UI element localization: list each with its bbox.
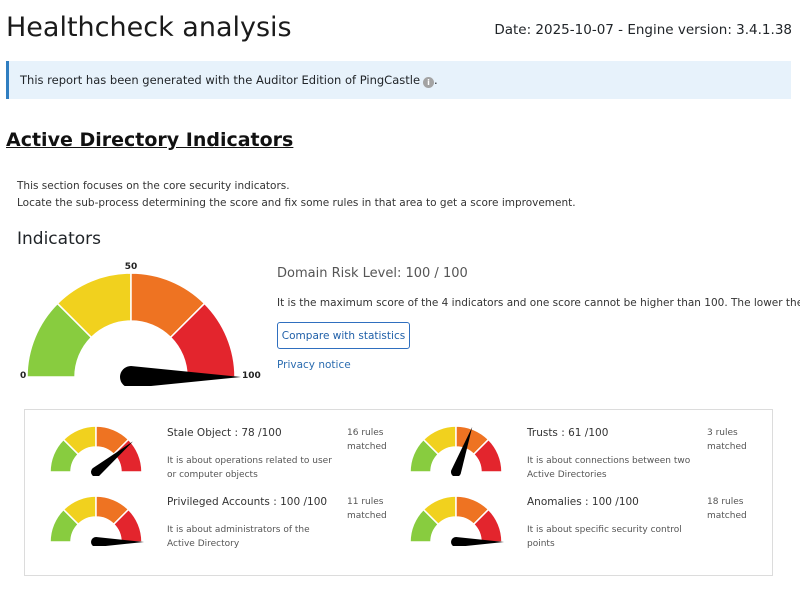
privileged-accounts-gauge <box>49 495 144 547</box>
banner-message: This report has been generated with the … <box>20 73 421 87</box>
privileged-accounts-rules-matched: 11 rules matched <box>347 497 387 521</box>
privileged-accounts-title: Privileged Accounts : 100 /100 <box>167 496 328 508</box>
trusts-rules-matched: 3 rules matched <box>707 428 747 452</box>
privacy-notice-link[interactable]: Privacy notice <box>277 359 351 371</box>
section-description-line-1: This section focuses on the core securit… <box>17 180 290 192</box>
trusts-title: Trusts : 61 /100 <box>527 427 609 439</box>
indicator-stale-object <box>44 420 148 480</box>
anomalies-description: It is about specific security control po… <box>527 525 682 549</box>
info-banner-text: This report has been generated with the … <box>20 73 438 88</box>
indicators-heading: Indicators <box>17 229 101 249</box>
indicator-anomalies <box>404 490 508 550</box>
info-icon[interactable]: i <box>423 77 435 88</box>
anomalies-rules-matched: 18 rules matched <box>707 497 747 521</box>
domain-risk-level: Domain Risk Level: 100 / 100 <box>277 266 468 281</box>
page-title: Healthcheck analysis <box>6 12 292 43</box>
domain-risk-description: It is the maximum score of the 4 indicat… <box>277 297 800 309</box>
stale-object-title: Stale Object : 78 /100 <box>167 427 282 439</box>
stale-object-rules-matched: 16 rules matched <box>347 428 387 452</box>
indicator-privileged-accounts <box>44 490 148 550</box>
gauge-label-max: 100 <box>242 371 261 381</box>
gauge-label-mid: 50 <box>125 262 138 272</box>
section-description-line-2: Locate the sub-process determining the s… <box>17 197 576 209</box>
anomalies-title: Anomalies : 100 /100 <box>527 496 639 508</box>
domain-risk-gauge: 0 50 100 <box>20 262 261 386</box>
report-date-engine-version: Date: 2025-10-07 - Engine version: 3.4.1… <box>494 22 792 38</box>
indicator-trusts <box>404 420 508 480</box>
trusts-gauge <box>409 425 503 477</box>
stale-object-gauge <box>49 425 143 477</box>
gauge-label-min: 0 <box>20 371 26 381</box>
compare-with-statistics-button[interactable]: Compare with statistics <box>277 322 410 349</box>
privileged-accounts-description: It is about administrators of the Active… <box>167 525 310 549</box>
section-title: Active Directory Indicators <box>6 129 294 151</box>
stale-object-description: It is about operations related to user o… <box>167 456 332 480</box>
trusts-description: It is about connections between two Acti… <box>527 456 691 480</box>
anomalies-gauge <box>409 495 504 547</box>
